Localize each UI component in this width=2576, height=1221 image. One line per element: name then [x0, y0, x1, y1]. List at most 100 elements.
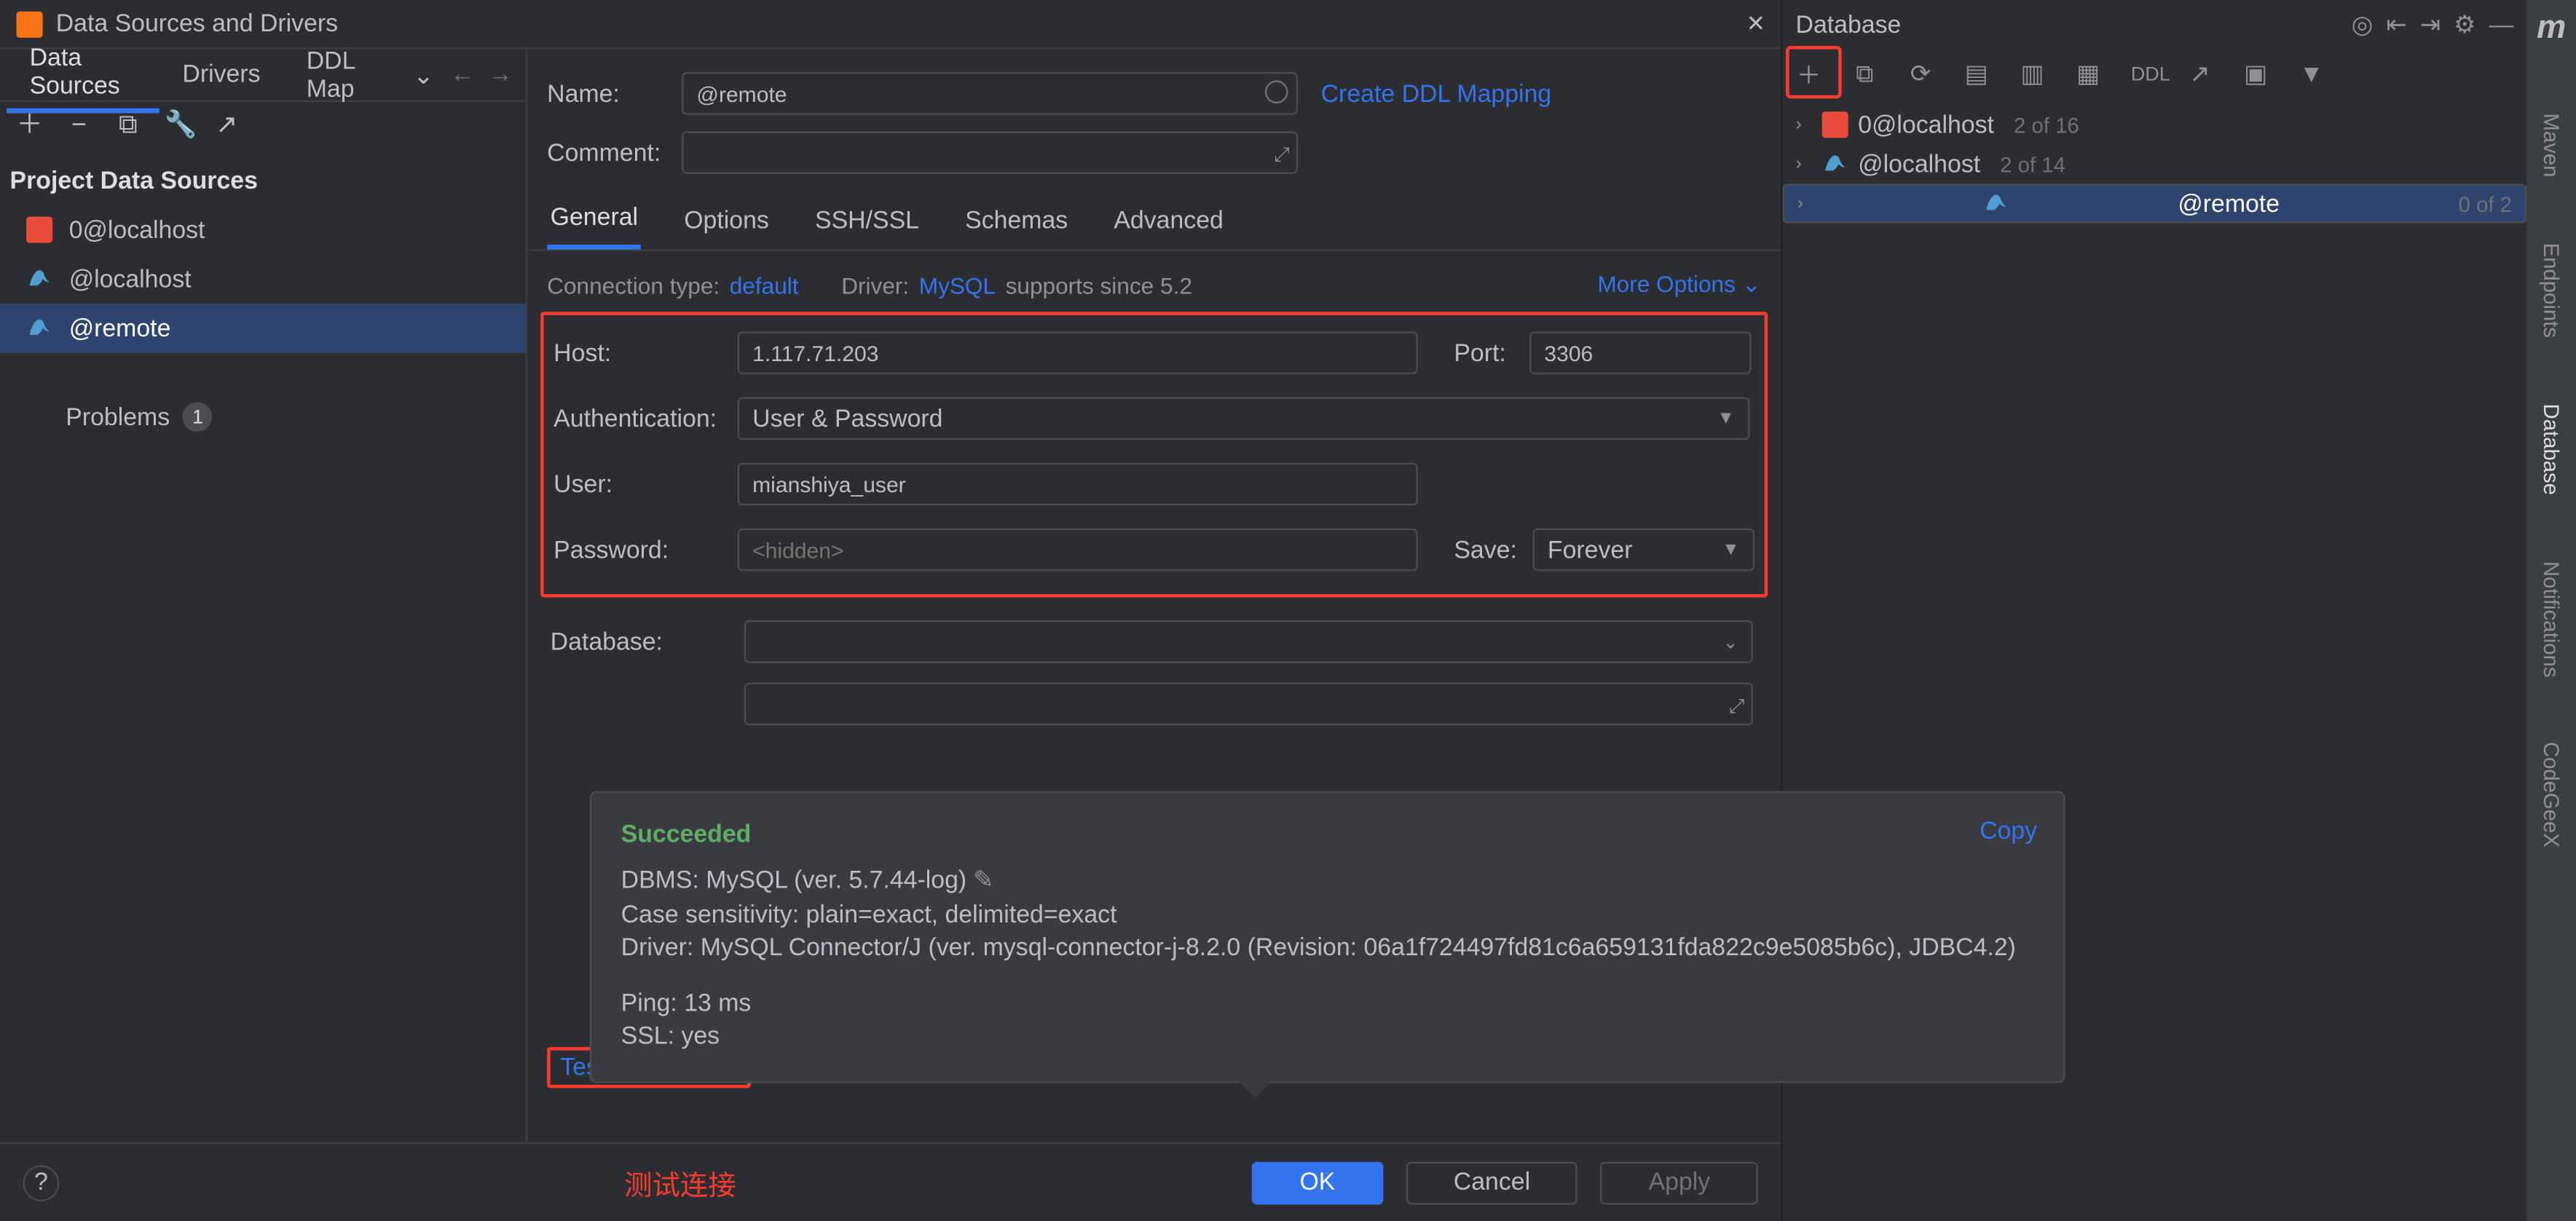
chevron-down-icon: ▼: [1717, 408, 1735, 428]
driver-supports: supports since 5.2: [1006, 272, 1192, 298]
tree-item-name: @remote: [2178, 189, 2280, 217]
port-label: Port:: [1454, 339, 1529, 366]
data-source-list: 0@localhost @localhost @remote: [0, 205, 526, 353]
console-icon[interactable]: ▣: [2242, 59, 2269, 89]
url-field[interactable]: ⤢: [744, 683, 1753, 726]
tab-options[interactable]: Options: [681, 206, 773, 247]
color-dot-icon[interactable]: [1265, 80, 1288, 103]
name-input[interactable]: [682, 72, 1298, 115]
stripe-codegeex[interactable]: CodeGeeX: [2539, 743, 2564, 848]
disconnect-icon[interactable]: ▥: [2019, 59, 2045, 89]
popup-line: DBMS: MySQL (ver. 5.7.44-log)✎: [621, 865, 2034, 898]
name-label: Name:: [547, 79, 682, 107]
driver-link[interactable]: MySQL: [919, 272, 996, 298]
password-input[interactable]: [738, 529, 1418, 572]
problems-label: Problems: [66, 403, 170, 430]
expand-icon[interactable]: ⤢: [1274, 143, 1290, 167]
mysql-icon: [26, 315, 52, 341]
add-icon[interactable]: ＋: [17, 114, 43, 140]
dialog-tabs: Data Sources Drivers DDL Map ⌄ ← →: [0, 50, 526, 102]
stripe-notifications[interactable]: Notifications: [2539, 561, 2564, 677]
database-select[interactable]: ⌄: [744, 620, 1753, 663]
chevron-right-icon[interactable]: ›: [1797, 194, 1814, 213]
tab-ddl-mappings[interactable]: DDL Map: [283, 39, 403, 111]
tabs-overflow-icon[interactable]: ⌄: [403, 60, 444, 90]
dialog-footer: ? 测试连接 OK Cancel Apply: [0, 1142, 1781, 1221]
apply-button[interactable]: Apply: [1601, 1161, 1757, 1204]
database-header: Database ◎ ⇤ ⇥ ⚙ —: [1782, 0, 2526, 50]
duplicate-icon[interactable]: ⧉: [115, 114, 141, 140]
mysql-icon: [1982, 190, 2009, 216]
data-source-item[interactable]: @remote: [0, 304, 526, 353]
chevron-right-icon[interactable]: ›: [1796, 154, 1813, 174]
tab-advanced[interactable]: Advanced: [1111, 206, 1227, 247]
password-label: Password:: [554, 536, 738, 564]
auth-select[interactable]: User & Password▼: [738, 397, 1750, 440]
tree-item[interactable]: › @localhost 2 of 14: [1782, 144, 2526, 183]
data-source-name: @remote: [69, 315, 171, 342]
user-input[interactable]: [738, 463, 1418, 506]
right-stripe: m Maven Endpoints Database Notifications…: [2526, 0, 2576, 1221]
filter-icon[interactable]: ▼: [2299, 60, 2325, 87]
popup-line: Case sensitivity: plain=exact, delimited…: [621, 898, 2034, 932]
chevron-down-icon: ▼: [1722, 540, 1740, 560]
table-icon[interactable]: ▦: [2075, 59, 2101, 89]
jump-icon[interactable]: ↗: [2186, 59, 2213, 89]
section-title: Project Data Sources: [0, 151, 526, 202]
nav-back-icon[interactable]: ←: [444, 60, 481, 88]
save-select[interactable]: Forever▼: [1533, 529, 1755, 572]
data-source-item[interactable]: 0@localhost: [0, 205, 526, 255]
data-source-item[interactable]: @localhost: [0, 254, 526, 304]
maven-m-icon[interactable]: m: [2537, 10, 2566, 48]
minimize-icon[interactable]: —: [2489, 11, 2513, 39]
ok-button[interactable]: OK: [1252, 1161, 1383, 1204]
edit-icon[interactable]: ✎: [973, 867, 993, 895]
cancel-button[interactable]: Cancel: [1406, 1161, 1577, 1204]
help-icon[interactable]: ?: [23, 1164, 60, 1201]
expand-icon[interactable]: ⤢: [1729, 694, 1745, 719]
settings-icon[interactable]: 🔧: [165, 114, 191, 140]
ddl-button[interactable]: DDL: [2131, 63, 2157, 86]
split-icon[interactable]: ⇥: [2420, 10, 2441, 40]
tree-item[interactable]: › 0@localhost 2 of 16: [1782, 105, 2526, 144]
target-icon[interactable]: ◎: [2352, 10, 2374, 40]
annotation-text: 测试连接: [624, 1162, 736, 1203]
problems-row[interactable]: Problems 1: [0, 353, 526, 432]
stripe-database[interactable]: Database: [2539, 403, 2564, 494]
collapse-icon[interactable]: ⇤: [2386, 10, 2406, 40]
stripe-maven[interactable]: Maven: [2539, 114, 2564, 178]
tab-general[interactable]: General: [547, 204, 641, 250]
dialog-left-pane: Data Sources Drivers DDL Map ⌄ ← → ＋ − ⧉…: [0, 50, 527, 1142]
port-input[interactable]: [1529, 331, 1752, 374]
copy-link[interactable]: Copy: [1980, 815, 2037, 849]
nav-forward-icon[interactable]: →: [481, 60, 519, 88]
host-input[interactable]: [738, 331, 1418, 374]
remove-icon[interactable]: −: [66, 114, 92, 140]
refresh-icon[interactable]: ⟳: [1907, 59, 1934, 89]
chevron-right-icon[interactable]: ›: [1796, 115, 1813, 135]
create-ddl-mapping-link[interactable]: Create DDL Mapping: [1321, 79, 1552, 107]
comment-input[interactable]: ⤢: [682, 131, 1298, 174]
stripe-endpoints[interactable]: Endpoints: [2539, 243, 2564, 338]
close-icon[interactable]: ×: [1747, 7, 1765, 41]
tab-schemas[interactable]: Schemas: [962, 206, 1071, 247]
tree-item-count: 2 of 16: [2014, 112, 2079, 137]
tab-ssh-ssl[interactable]: SSH/SSL: [812, 206, 923, 247]
make-global-icon[interactable]: ↗: [213, 114, 240, 140]
database-toolbar: ＋ ⧉ ⟳ ▤ ▥ ▦ DDL ↗ ▣ ▼: [1782, 50, 2526, 99]
conn-type-link[interactable]: default: [730, 272, 799, 298]
stop-icon[interactable]: ▤: [1963, 59, 1990, 89]
comment-label: Comment:: [547, 138, 682, 166]
popup-line: SSL: yes: [621, 1022, 2034, 1055]
conn-type-label: Connection type:: [547, 272, 720, 298]
tab-drivers[interactable]: Drivers: [159, 52, 283, 97]
data-source-name: @localhost: [69, 265, 192, 293]
duplicate-icon[interactable]: ⧉: [1851, 60, 1878, 87]
popup-line: Ping: 13 ms: [621, 988, 2034, 1022]
gear-icon[interactable]: ⚙: [2454, 10, 2475, 40]
more-options-link[interactable]: More Options ⌄: [1597, 271, 1761, 299]
tree-item-count: 0 of 2: [2459, 191, 2512, 216]
tree-item[interactable]: › @remote 0 of 2: [1782, 183, 2526, 223]
connection-fields-highlight: Host: Port: Authentication: User & Passw…: [540, 312, 1768, 597]
problems-count-badge: 1: [183, 402, 213, 432]
